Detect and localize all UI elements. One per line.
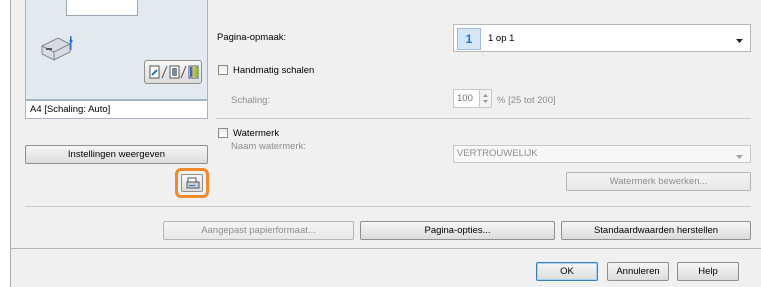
cancel-button[interactable]: Annuleren xyxy=(607,262,669,281)
chevron-down-icon xyxy=(736,152,743,163)
scaling-label: Schaling: xyxy=(231,95,271,106)
custom-paper-size-label: Aangepast papierformaat... xyxy=(201,225,316,236)
help-button[interactable]: Help xyxy=(677,262,739,281)
page-layout-badge: 1 xyxy=(457,28,481,50)
show-settings-label: Instellingen weergeven xyxy=(67,149,166,160)
separator-line xyxy=(25,206,751,207)
preview-caption-box: A4 [Schaling: Auto] xyxy=(25,100,208,119)
scaling-value: 100 xyxy=(457,93,473,104)
watermark-name-label: Naam watermerk: xyxy=(231,141,306,152)
ok-label: OK xyxy=(560,266,574,277)
dialog-footer-separator xyxy=(10,248,761,249)
separator-line xyxy=(216,118,751,119)
layout-preview-icon-button[interactable] xyxy=(144,60,202,84)
page-options-label: Pagina-opties... xyxy=(424,225,491,236)
chevron-down-icon xyxy=(736,36,743,47)
edit-watermark-label: Watermerk bewerken... xyxy=(609,176,708,187)
watermark-label: Watermerk xyxy=(233,128,280,139)
spin-arrows-icon xyxy=(479,90,491,107)
edit-watermark-button[interactable]: Watermerk bewerken... xyxy=(566,172,751,191)
paper-sheet-preview xyxy=(66,0,138,16)
printer-status-button[interactable] xyxy=(181,174,203,192)
show-settings-button[interactable]: Instellingen weergeven xyxy=(25,145,208,164)
watermark-checkbox[interactable] xyxy=(218,128,228,138)
manual-scaling-checkbox[interactable] xyxy=(218,65,228,75)
watermark-value: VERTROUWELIJK xyxy=(457,148,538,159)
custom-paper-size-button[interactable]: Aangepast papierformaat... xyxy=(163,221,354,240)
printer-icon xyxy=(38,34,74,62)
page-preview-panel xyxy=(25,0,208,100)
page-options-button[interactable]: Pagina-opties... xyxy=(360,221,555,240)
watermark-dropdown[interactable]: VERTROUWELIJK xyxy=(453,145,751,163)
manual-scaling-label: Handmatig schalen xyxy=(233,65,315,76)
page-layout-value: 1 op 1 xyxy=(488,33,515,44)
preview-caption: A4 [Schaling: Auto] xyxy=(30,104,111,115)
restore-defaults-label: Standaardwaarden herstellen xyxy=(593,225,719,236)
help-label: Help xyxy=(698,266,718,277)
page-layout-dropdown[interactable]: 1 1 op 1 xyxy=(453,24,751,52)
page-layout-label: Pagina-opmaak: xyxy=(217,32,287,43)
restore-defaults-button[interactable]: Standaardwaarden herstellen xyxy=(561,221,751,240)
cancel-label: Annuleren xyxy=(616,266,660,277)
scaling-spinbox[interactable]: 100 xyxy=(453,89,492,108)
printer-status-icon xyxy=(186,177,200,193)
ok-button[interactable]: OK xyxy=(536,262,598,281)
printer-status-highlight xyxy=(175,168,209,198)
scaling-range-hint: % [25 tot 200] xyxy=(497,95,556,106)
